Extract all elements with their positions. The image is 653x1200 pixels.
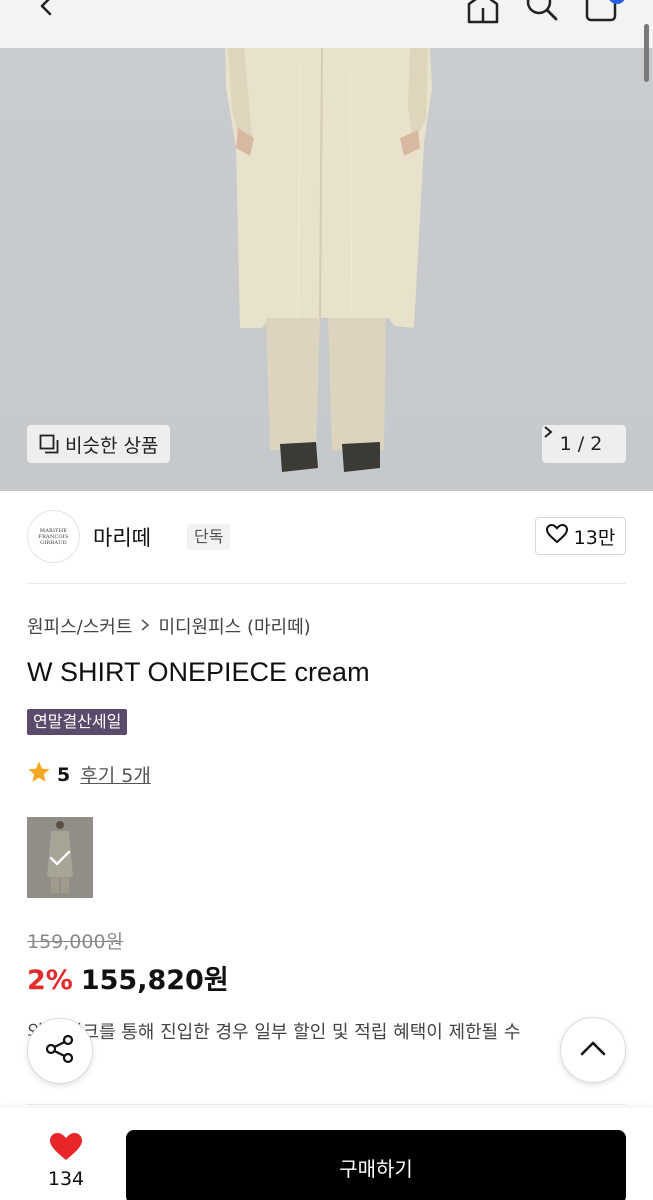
discount-rate: 2% — [27, 965, 73, 996]
product-title: W SHIRT ONEPIECE cream — [27, 657, 370, 687]
buy-button[interactable]: 구매하기 — [126, 1130, 626, 1200]
reviews-link[interactable]: 후기 5개 — [80, 761, 151, 788]
share-button[interactable] — [27, 1018, 93, 1084]
divider — [27, 1104, 626, 1105]
similar-products-button[interactable]: 비슷한 상품 — [27, 425, 171, 463]
chevron-right-icon — [140, 616, 150, 637]
scroll-top-button[interactable] — [560, 1017, 626, 1083]
breadcrumb-category[interactable]: 원피스/스커트 — [27, 613, 132, 639]
heart-outline-icon — [545, 523, 568, 549]
pager-label: 1 / 2 — [559, 433, 603, 455]
top-bar — [0, 0, 653, 48]
sale-price: 155,820원 — [80, 965, 229, 996]
divider — [27, 583, 626, 584]
heart-icon — [49, 1132, 83, 1166]
price-row: 2% 155,820원 — [27, 958, 229, 997]
color-option-thumbnail[interactable] — [27, 817, 93, 898]
brand-like-button[interactable]: 13만 — [535, 517, 626, 555]
share-icon — [44, 1033, 76, 1069]
chevron-up-icon — [580, 1040, 606, 1060]
check-icon — [27, 817, 93, 898]
exclusive-badge: 단독 — [187, 524, 231, 550]
notice-text: 외부 링크를 통해 진입한 경우 일부 할인 및 적립 혜택이 제한될 수 — [27, 1022, 521, 1043]
wishlist-button[interactable]: 134 — [27, 1132, 105, 1196]
sale-badge: 연말결산세일 — [27, 709, 128, 735]
similar-label: 비슷한 상품 — [65, 434, 159, 457]
bottom-action-bar: 134 구매하기 — [0, 1108, 653, 1200]
scrollbar[interactable] — [644, 24, 649, 82]
brand-row: MARITHE FRANCOIS GIRBAUD 마리떼 단독 13만 — [27, 510, 626, 565]
rating-row: 5 후기 5개 — [27, 760, 151, 789]
product-image[interactable]: 비슷한 상품 1 / 2 — [0, 48, 653, 491]
breadcrumb-subcategory[interactable]: 미디원피스 (마리떼) — [158, 613, 310, 639]
rating-score: 5 — [57, 763, 71, 786]
star-icon — [27, 760, 51, 789]
similar-icon — [39, 434, 59, 454]
bag-icon[interactable] — [584, 0, 625, 24]
original-price: 159,000원 — [27, 931, 124, 953]
search-icon[interactable] — [524, 0, 560, 22]
brand-name[interactable]: 마리떼 — [93, 522, 151, 552]
back-icon[interactable] — [30, 0, 60, 24]
home-icon[interactable] — [466, 0, 500, 24]
brand-logo[interactable]: MARITHE FRANCOIS GIRBAUD — [27, 510, 80, 563]
breadcrumb: 원피스/스커트 미디원피스 (마리떼) — [27, 613, 311, 639]
wishlist-count: 134 — [47, 1168, 85, 1190]
brand-like-count: 13만 — [573, 526, 616, 549]
image-pager[interactable]: 1 / 2 — [542, 425, 626, 463]
